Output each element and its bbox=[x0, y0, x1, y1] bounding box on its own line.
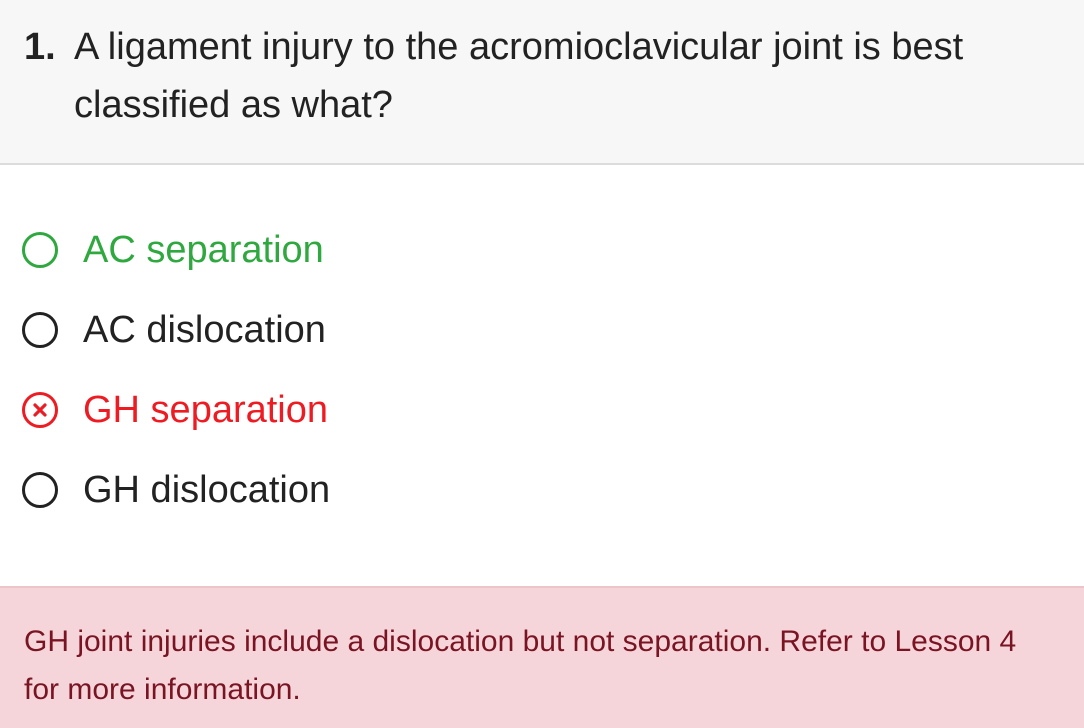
option-label: GH separation bbox=[83, 389, 329, 431]
option-label: AC dislocation bbox=[83, 309, 326, 351]
feedback-panel: GH joint injuries include a dislocation … bbox=[0, 586, 1084, 728]
option-gh-separation[interactable]: GH separation bbox=[0, 370, 1084, 450]
radio-circle-icon[interactable] bbox=[22, 312, 58, 348]
option-ac-dislocation[interactable]: AC dislocation bbox=[0, 290, 1084, 370]
radio-circle-icon[interactable] bbox=[22, 232, 58, 268]
option-ac-separation[interactable]: AC separation bbox=[0, 210, 1084, 290]
answer-options: AC separation AC dislocation GH separati… bbox=[0, 210, 1084, 530]
question-text: A ligament injury to the acromioclavicul… bbox=[74, 26, 964, 126]
x-circle-icon[interactable] bbox=[22, 392, 58, 428]
radio-circle-icon[interactable] bbox=[22, 472, 58, 508]
feedback-text: GH joint injuries include a dislocation … bbox=[24, 625, 1017, 706]
x-mark-icon bbox=[33, 403, 47, 417]
option-label: AC separation bbox=[83, 229, 324, 271]
question-number: 1. bbox=[24, 26, 56, 68]
option-gh-dislocation[interactable]: GH dislocation bbox=[0, 450, 1084, 530]
question-header: 1. A ligament injury to the acromioclavi… bbox=[0, 0, 1084, 165]
option-label: GH dislocation bbox=[83, 469, 331, 511]
